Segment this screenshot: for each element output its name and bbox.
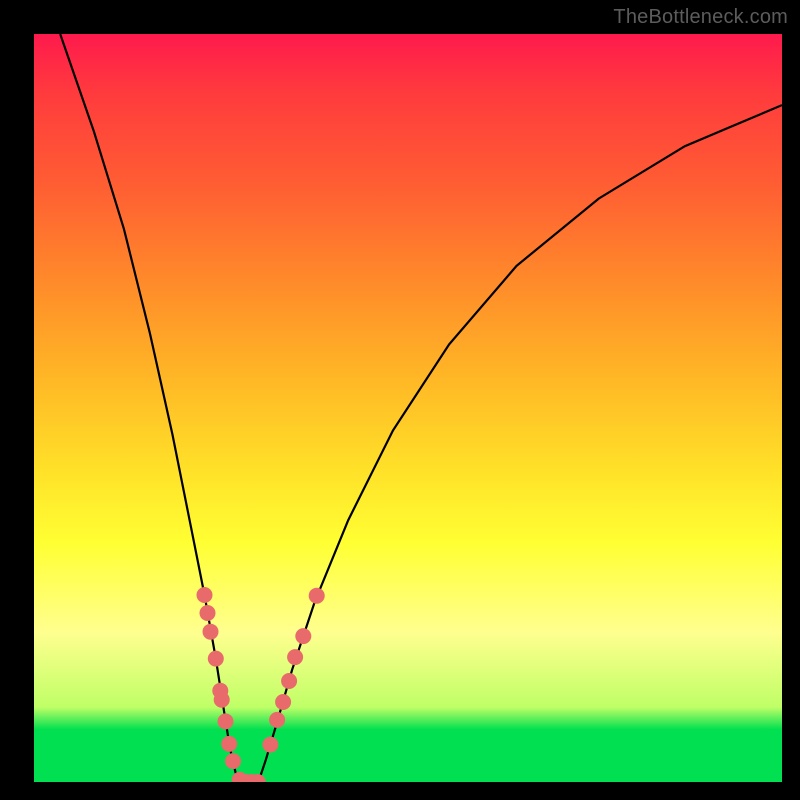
data-marker (221, 736, 237, 752)
plot-area (34, 34, 782, 782)
data-marker (295, 628, 311, 644)
data-marker (309, 588, 325, 604)
data-marker (197, 587, 213, 603)
data-marker (200, 605, 216, 621)
data-marker (281, 673, 297, 689)
data-marker (275, 694, 291, 710)
data-marker (208, 651, 224, 667)
data-marker (269, 712, 285, 728)
watermark-text: TheBottleneck.com (613, 6, 788, 29)
data-marker (262, 737, 278, 753)
data-marker (214, 692, 230, 708)
curve-layer (34, 34, 782, 782)
data-marker (225, 753, 241, 769)
data-marker (203, 624, 219, 640)
data-marker (287, 649, 303, 665)
data-marker (218, 713, 234, 729)
curve-right-branch (258, 105, 782, 782)
curve-left-branch (60, 34, 242, 782)
chart-frame: TheBottleneck.com (0, 0, 800, 800)
